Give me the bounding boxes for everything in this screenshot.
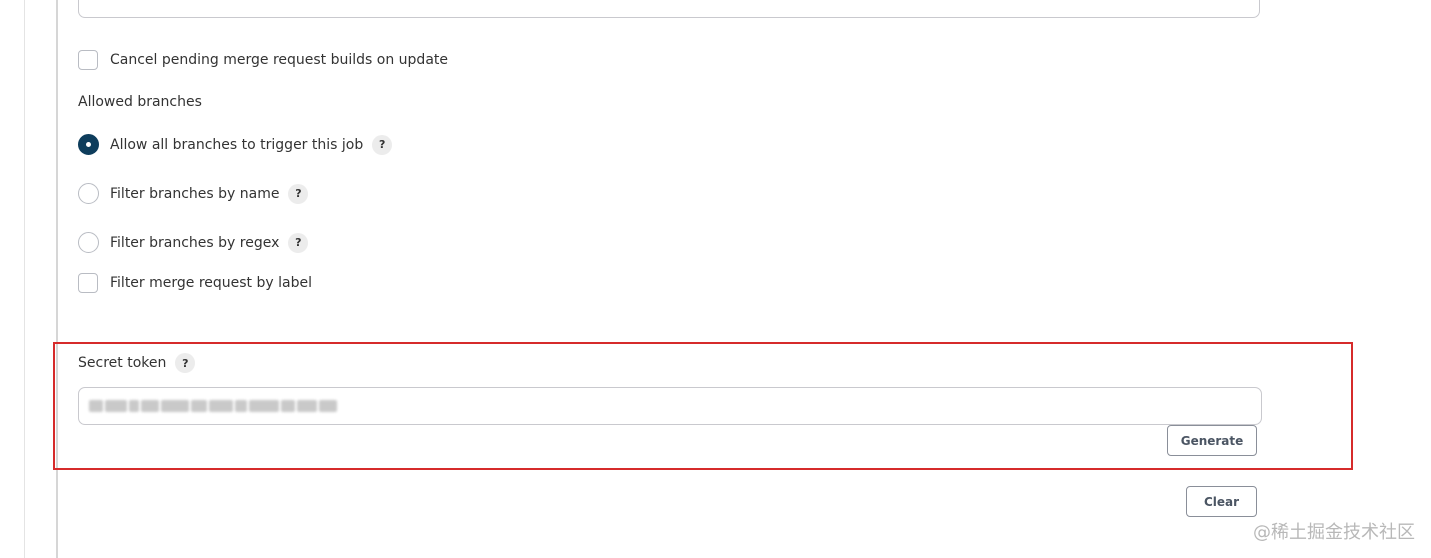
section-rail: [56, 0, 58, 558]
watermark: @稀土掘金技术社区: [1253, 522, 1415, 543]
secret-token-input[interactable]: [78, 387, 1262, 425]
help-icon[interactable]: ?: [288, 232, 309, 253]
generate-button[interactable]: Generate: [1167, 425, 1257, 456]
branch-option-all-label: Allow all branches to trigger this job: [110, 136, 364, 153]
branch-option-name[interactable]: Filter branches by name ?: [78, 183, 309, 204]
radio-allow-all-branches[interactable]: [78, 134, 99, 155]
branch-option-regex[interactable]: Filter branches by regex ?: [78, 232, 309, 253]
clear-button[interactable]: Clear: [1186, 486, 1257, 517]
filter-by-label-option[interactable]: Filter merge request by label: [78, 273, 312, 293]
left-rail: [24, 0, 25, 558]
cancel-pending-checkbox[interactable]: [78, 50, 98, 70]
filter-by-label-checkbox[interactable]: [78, 273, 98, 293]
branch-option-all[interactable]: Allow all branches to trigger this job ?: [78, 134, 393, 155]
previous-field[interactable]: [78, 0, 1260, 18]
help-icon[interactable]: ?: [288, 183, 309, 204]
allowed-branches-label: Allowed branches: [78, 94, 202, 110]
filter-by-label-label: Filter merge request by label: [110, 275, 312, 291]
redacted-token-value: [89, 398, 349, 414]
help-icon[interactable]: ?: [175, 353, 196, 373]
secret-token-label: Secret token: [78, 355, 167, 371]
secret-token-label-row: Secret token ?: [78, 353, 196, 373]
cancel-pending-label: Cancel pending merge request builds on u…: [110, 52, 449, 68]
radio-filter-by-name[interactable]: [78, 183, 99, 204]
cancel-pending-option[interactable]: Cancel pending merge request builds on u…: [78, 50, 448, 70]
help-icon[interactable]: ?: [372, 134, 393, 155]
job-config-page: Cancel pending merge request builds on u…: [0, 0, 1431, 558]
branch-option-name-label: Filter branches by name: [110, 185, 280, 202]
radio-filter-by-regex[interactable]: [78, 232, 99, 253]
branch-option-regex-label: Filter branches by regex: [110, 234, 280, 251]
